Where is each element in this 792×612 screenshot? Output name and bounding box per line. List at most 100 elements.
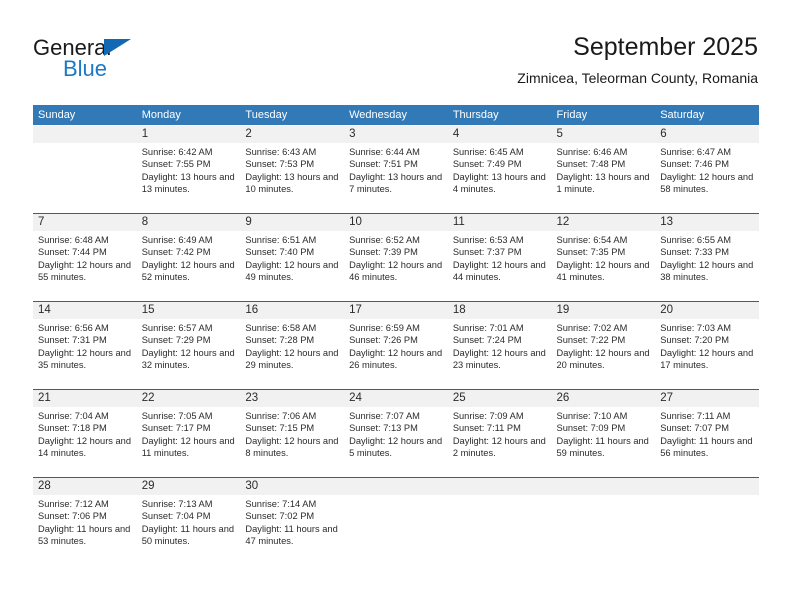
daylight-text: Daylight: 12 hours and 14 minutes. — [38, 435, 132, 458]
day-number[interactable]: 1 — [137, 126, 241, 143]
day-number[interactable]: 27 — [655, 390, 759, 407]
day-detail-band: Sunrise: 6:56 AM Sunset: 7:31 PM Daylight:… — [33, 319, 759, 389]
calendar-page: General Blue September 2025 Zimnicea, Te… — [0, 0, 792, 612]
day-number[interactable]: 26 — [552, 390, 656, 407]
sunrise-text: Sunrise: 7:03 AM — [660, 323, 732, 333]
daylight-text: Daylight: 12 hours and 5 minutes. — [349, 435, 443, 458]
day-number[interactable]: 9 — [240, 214, 344, 231]
daylight-text: Daylight: 12 hours and 2 minutes. — [452, 435, 546, 458]
daylight-text: Daylight: 12 hours and 44 minutes. — [452, 259, 546, 282]
day-detail-band: Sunrise: 6:48 AM Sunset: 7:44 PM Daylight:… — [33, 231, 759, 301]
daylight-text: Daylight: 13 hours and 7 minutes. — [349, 171, 443, 194]
weekday-header-sunday: Sunday — [38, 109, 76, 121]
weekday-header-monday: Monday — [141, 109, 181, 121]
day-number-band: 21 22 23 24 25 26 27 — [33, 390, 759, 407]
sunset-text: Sunset: 7:29 PM — [141, 335, 211, 346]
day-number[interactable]: 6 — [655, 126, 759, 143]
day-number[interactable]: 21 — [33, 390, 137, 407]
sunrise-text: Sunrise: 7:01 AM — [452, 323, 524, 333]
sunset-text: Sunset: 7:11 PM — [452, 423, 521, 434]
daylight-text: Daylight: 11 hours and 47 minutes. — [245, 523, 338, 546]
sunrise-text: Sunrise: 6:43 AM — [245, 147, 317, 157]
day-cell: Sunrise: 6:46 AM Sunset: 7:48 PM Daylight:… — [552, 143, 656, 213]
sunrise-text: Sunrise: 6:51 AM — [245, 235, 317, 245]
day-cell-empty — [344, 495, 448, 565]
day-cell: Sunrise: 6:44 AM Sunset: 7:51 PM Daylight:… — [344, 143, 448, 213]
calendar-week-row: 1 2 3 4 5 6 Sunrise: 6:42 AM Sunset: 7:55 PM Day… — [33, 125, 759, 213]
day-number[interactable]: 17 — [344, 302, 448, 319]
sunrise-text: Sunrise: 6:49 AM — [141, 235, 213, 245]
sunrise-text: Sunrise: 6:57 AM — [141, 323, 213, 333]
day-cell: Sunrise: 6:45 AM Sunset: 7:49 PM Daylight:… — [448, 143, 552, 213]
day-cell: Sunrise: 7:10 AM Sunset: 7:09 PM Daylight:… — [552, 407, 656, 477]
weekday-header-tuesday: Tuesday — [245, 109, 288, 121]
day-number-empty — [33, 126, 137, 143]
daylight-text: Daylight: 11 hours and 59 minutes. — [556, 435, 649, 458]
day-number[interactable]: 11 — [448, 214, 552, 231]
day-number[interactable]: 13 — [655, 214, 759, 231]
day-number[interactable]: 24 — [344, 390, 448, 407]
day-cell: Sunrise: 7:11 AM Sunset: 7:07 PM Daylight:… — [655, 407, 759, 477]
sunset-text: Sunset: 7:31 PM — [38, 335, 107, 346]
day-number[interactable]: 25 — [448, 390, 552, 407]
day-number[interactable]: 18 — [448, 302, 552, 319]
day-number[interactable]: 30 — [240, 478, 344, 495]
day-cell: Sunrise: 6:42 AM Sunset: 7:55 PM Daylight:… — [137, 143, 241, 213]
sunset-text: Sunset: 7:44 PM — [38, 247, 107, 258]
day-cell: Sunrise: 6:58 AM Sunset: 7:28 PM Daylight:… — [240, 319, 344, 389]
sunset-text: Sunset: 7:17 PM — [141, 423, 211, 434]
day-number[interactable]: 14 — [33, 302, 137, 319]
daylight-text: Daylight: 13 hours and 4 minutes. — [452, 171, 546, 194]
weekday-header-thursday: Thursday — [452, 109, 499, 121]
day-number[interactable]: 3 — [344, 126, 448, 143]
sunrise-text: Sunrise: 7:05 AM — [141, 411, 213, 421]
sunset-text: Sunset: 7:22 PM — [556, 335, 626, 346]
day-number[interactable]: 19 — [552, 302, 656, 319]
sunrise-text: Sunrise: 7:14 AM — [245, 499, 317, 509]
daylight-text: Daylight: 12 hours and 46 minutes. — [349, 259, 443, 282]
sunrise-text: Sunrise: 7:09 AM — [452, 411, 524, 421]
day-number[interactable]: 29 — [137, 478, 241, 495]
sunset-text: Sunset: 7:09 PM — [556, 423, 626, 434]
day-number[interactable]: 10 — [344, 214, 448, 231]
day-cell: Sunrise: 7:02 AM Sunset: 7:22 PM Daylight:… — [552, 319, 656, 389]
weekday-header-wednesday: Wednesday — [349, 109, 407, 121]
day-number-band: 14 15 16 17 18 19 20 — [33, 302, 759, 319]
day-number[interactable]: 4 — [448, 126, 552, 143]
sunrise-text: Sunrise: 6:58 AM — [245, 323, 317, 333]
daylight-text: Daylight: 12 hours and 8 minutes. — [245, 435, 339, 458]
generalblue-logo[interactable]: General Blue — [33, 36, 233, 84]
sunset-text: Sunset: 7:51 PM — [349, 159, 418, 170]
day-number[interactable]: 2 — [240, 126, 344, 143]
day-cell: Sunrise: 6:54 AM Sunset: 7:35 PM Daylight:… — [552, 231, 656, 301]
sunrise-text: Sunrise: 6:52 AM — [349, 235, 420, 245]
day-number[interactable]: 22 — [137, 390, 241, 407]
day-cell-empty — [655, 495, 759, 565]
day-number[interactable]: 28 — [33, 478, 137, 495]
page-header: General Blue September 2025 Zimnicea, Te… — [0, 0, 792, 100]
sunset-text: Sunset: 7:48 PM — [556, 159, 626, 170]
day-number[interactable]: 16 — [240, 302, 344, 319]
day-number[interactable]: 23 — [240, 390, 344, 407]
daylight-text: Daylight: 12 hours and 52 minutes. — [141, 259, 235, 282]
day-cell: Sunrise: 7:07 AM Sunset: 7:13 PM Daylight:… — [344, 407, 448, 477]
day-cell: Sunrise: 6:56 AM Sunset: 7:31 PM Daylight:… — [33, 319, 137, 389]
sunrise-text: Sunrise: 6:53 AM — [452, 235, 524, 245]
day-number[interactable]: 20 — [655, 302, 759, 319]
day-number-empty — [552, 478, 656, 495]
day-detail-band: Sunrise: 7:04 AM Sunset: 7:18 PM Daylight:… — [33, 407, 759, 477]
calendar-grid: Sunday Monday Tuesday Wednesday Thursday Frid… — [33, 105, 759, 565]
daylight-text: Daylight: 12 hours and 55 minutes. — [38, 259, 132, 282]
day-cell: Sunrise: 7:13 AM Sunset: 7:04 PM Daylight:… — [137, 495, 241, 565]
page-title: September 2025 — [573, 33, 758, 61]
daylight-text: Daylight: 12 hours and 29 minutes. — [245, 347, 339, 370]
calendar-week-row: 28 29 30 Sunrise: 7:12 AM Sunset: 7:06 PM Day… — [33, 477, 759, 565]
day-number[interactable]: 15 — [137, 302, 241, 319]
title-block: September 2025 Zimnicea, Teleorman Count… — [517, 32, 758, 88]
day-number[interactable]: 7 — [33, 214, 137, 231]
daylight-text: Daylight: 12 hours and 32 minutes. — [141, 347, 235, 370]
day-cell: Sunrise: 6:59 AM Sunset: 7:26 PM Daylight:… — [344, 319, 448, 389]
day-number[interactable]: 5 — [552, 126, 656, 143]
day-number[interactable]: 8 — [137, 214, 241, 231]
day-number[interactable]: 12 — [552, 214, 656, 231]
